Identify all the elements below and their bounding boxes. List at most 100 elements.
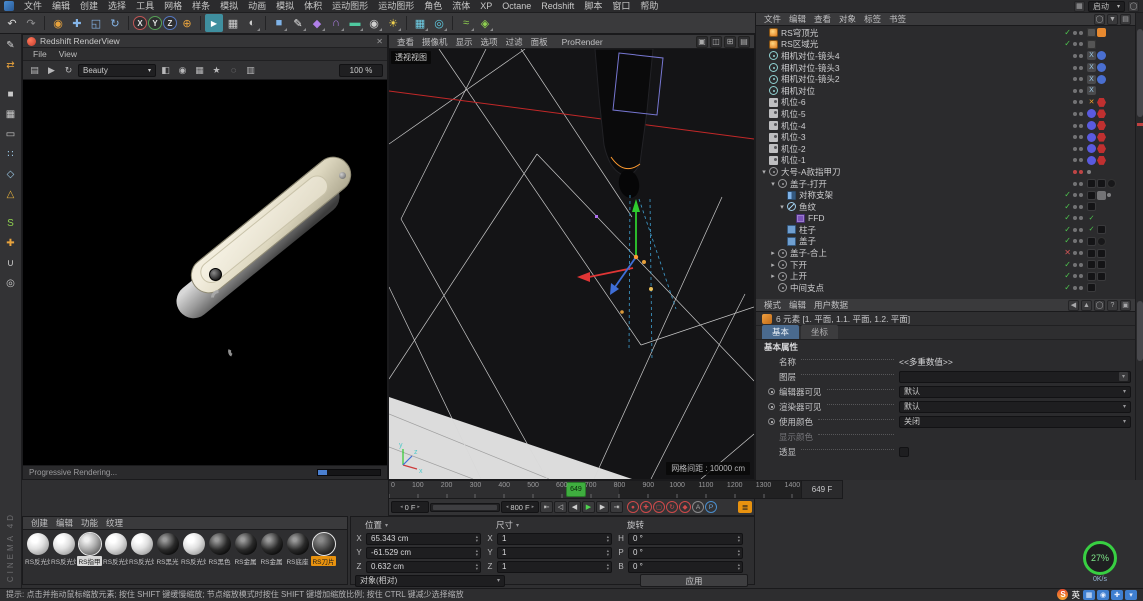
material-item-11[interactable]: RS刀片 — [311, 533, 336, 566]
visibility-toggles[interactable] — [1073, 182, 1083, 186]
coord-field-尺寸-Y[interactable]: 1▴▾ — [497, 547, 612, 559]
visibility-toggles[interactable] — [1073, 112, 1083, 116]
visibility-toggles[interactable]: ✕ — [1064, 249, 1083, 257]
tag-check-icon[interactable]: ✓ — [1087, 214, 1096, 223]
tag-check-icon[interactable]: ✓ — [1087, 225, 1096, 234]
om-path-icon[interactable]: ▤ — [1120, 14, 1131, 25]
om-filter-icon[interactable]: ▼ — [1107, 14, 1118, 25]
layer-picker-icon[interactable]: ▾ — [1119, 372, 1128, 381]
tag-dot-icon[interactable] — [1107, 193, 1111, 197]
coord-field-旋转-P[interactable]: 0 °▴▾ — [628, 547, 743, 559]
undo-button[interactable]: ↶ — [3, 14, 21, 32]
render-settings-button[interactable]: ◐ — [243, 14, 261, 32]
menubar-item-10[interactable]: 体积 — [299, 0, 327, 13]
play-button[interactable]: ▶ — [582, 501, 595, 513]
tag-redhex-icon[interactable] — [1097, 98, 1106, 107]
expander-icon[interactable]: ▾ — [778, 203, 786, 211]
tag-black-icon[interactable] — [1087, 237, 1096, 246]
tree-row-5[interactable]: 相机对位X — [760, 85, 1133, 97]
om-menu-3[interactable]: 对象 — [835, 13, 860, 25]
menubar-item-5[interactable]: 网格 — [159, 0, 187, 13]
tree-row-3[interactable]: 相机对位-镜头3X — [760, 62, 1133, 74]
am-menu-1[interactable]: 编辑 — [785, 299, 810, 311]
tree-row-10[interactable]: 机位-2 — [760, 143, 1133, 155]
expander-icon[interactable]: ▸ — [769, 249, 777, 257]
material-item-4[interactable]: RS反光灯 — [129, 533, 154, 566]
viewport-menu-2[interactable]: 显示 — [452, 36, 477, 48]
menubar-item-11[interactable]: 运动图形 — [327, 0, 373, 13]
enable-axis-button[interactable]: ✚ — [2, 235, 19, 252]
model-mode-button[interactable]: ■ — [2, 86, 19, 103]
rv-bucket-icon[interactable]: ▥ — [243, 63, 258, 78]
tag-bluedot-icon[interactable] — [1087, 121, 1096, 130]
menubar-item-18[interactable]: 脚本 — [579, 0, 607, 13]
polygons-mode-button[interactable]: △ — [2, 186, 19, 203]
render-region-button[interactable]: ▦ — [224, 14, 242, 32]
om-menu-4[interactable]: 标签 — [860, 13, 885, 25]
visibility-toggles[interactable]: ✓ — [1064, 226, 1083, 234]
ime-mic-icon[interactable]: ◉ — [1097, 590, 1109, 600]
menubar-item-20[interactable]: 帮助 — [635, 0, 663, 13]
rv-ab-compare-icon[interactable]: ◧ — [158, 63, 173, 78]
viewport-menu-1[interactable]: 摄像机 — [418, 36, 452, 48]
material-item-5[interactable]: RS黑光 — [155, 533, 180, 566]
visibility-toggles[interactable] — [1073, 100, 1083, 104]
tree-row-6[interactable]: 机位-6✕ — [760, 97, 1133, 109]
tag-orange-icon[interactable] — [1097, 28, 1106, 37]
visibility-toggles[interactable] — [1073, 89, 1083, 93]
visibility-toggles[interactable] — [1073, 170, 1083, 174]
pane-menu-icon[interactable]: ▤ — [738, 36, 750, 48]
am-lock-icon[interactable]: ▣ — [1120, 300, 1131, 311]
pane-single-icon[interactable]: ▣ — [696, 36, 708, 48]
visibility-toggles[interactable] — [1073, 54, 1083, 58]
texture-mode-button[interactable]: ▦ — [2, 106, 19, 123]
make-editable-button[interactable]: ⇄ — [2, 57, 19, 74]
am-back-icon[interactable]: ◀ — [1068, 300, 1079, 311]
key-position-button[interactable]: ✚ — [640, 501, 652, 513]
menubar-item-19[interactable]: 窗口 — [607, 0, 635, 13]
tree-row-13[interactable]: ▾盖子-打开 — [760, 178, 1133, 190]
tag-blue-icon[interactable] — [1097, 63, 1106, 72]
material-menu-1[interactable]: 编辑 — [52, 517, 77, 529]
tag-xpresso-icon[interactable]: X — [1087, 75, 1096, 84]
menubar-item-9[interactable]: 模拟 — [271, 0, 299, 13]
menubar-item-0[interactable]: 文件 — [19, 0, 47, 13]
am-menu-2[interactable]: 用户数据 — [810, 299, 852, 311]
viewport-menu-3[interactable]: 选项 — [477, 36, 502, 48]
material-menu-3[interactable]: 纹理 — [102, 517, 127, 529]
render-view-button[interactable]: ▶ — [205, 14, 223, 32]
menubar-item-17[interactable]: Redshift — [536, 0, 579, 13]
tag-black-icon[interactable] — [1097, 179, 1106, 188]
visibility-toggles[interactable]: ✓ — [1064, 272, 1083, 280]
move-tool-button[interactable]: ✚ — [68, 14, 86, 32]
tree-row-22[interactable]: 中间支点✓ — [760, 282, 1133, 294]
material-item-8[interactable]: RS金属 — [233, 533, 258, 566]
visibility-toggles[interactable]: ✓ — [1064, 191, 1083, 199]
tree-row-9[interactable]: 机位-3 — [760, 131, 1133, 143]
tag-blackdot-icon[interactable] — [1097, 237, 1106, 246]
view-name-label[interactable]: 透视视图 — [391, 51, 431, 64]
live-selection-button[interactable]: ◉ — [49, 14, 67, 32]
tag-dotgrid-icon[interactable] — [1087, 28, 1096, 37]
tag-bluedot-icon[interactable] — [1087, 144, 1096, 153]
tag-black-icon[interactable] — [1097, 249, 1106, 258]
tag-blackdot-icon[interactable] — [1107, 179, 1116, 188]
menubar-item-2[interactable]: 创建 — [75, 0, 103, 13]
tree-row-2[interactable]: 相机对位-镜头4X — [760, 50, 1133, 62]
lock-x-axis-button[interactable]: X — [133, 16, 147, 30]
rv-star-icon[interactable]: ★ — [209, 63, 224, 78]
tag-redhex-icon[interactable] — [1097, 109, 1106, 118]
key-parameter-button[interactable]: ◆ — [679, 501, 691, 513]
tag-redhex-icon[interactable] — [1097, 156, 1106, 165]
tree-row-11[interactable]: 机位-1 — [760, 155, 1133, 167]
object-manager-scrollbar[interactable] — [1135, 13, 1143, 299]
range-end-field[interactable]: ◂800 F▸ — [501, 501, 539, 513]
enable-snap-button[interactable]: S — [2, 215, 19, 232]
material-item-10[interactable]: RS底座 — [285, 533, 310, 566]
lock-y-axis-button[interactable]: Y — [148, 16, 162, 30]
tree-row-7[interactable]: 机位-5 — [760, 108, 1133, 120]
visibility-toggles[interactable] — [1073, 124, 1083, 128]
rv-pixel-probe-icon[interactable]: ◉ — [175, 63, 190, 78]
attribute-manager-scrollbar[interactable] — [1135, 299, 1143, 480]
tag-black-icon[interactable] — [1087, 283, 1096, 292]
